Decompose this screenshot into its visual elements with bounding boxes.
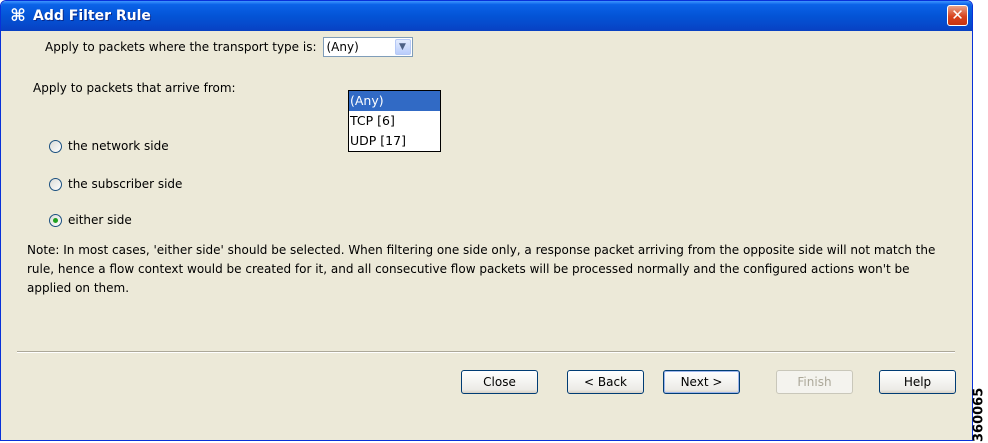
title-bar[interactable]: ⌘ Add Filter Rule ✕ <box>1 1 972 31</box>
radio-label: the network side <box>68 139 169 153</box>
transport-type-dropdown[interactable]: (Any) TCP [6] UDP [17] <box>348 90 441 152</box>
finish-button: Finish <box>776 370 853 394</box>
radio-icon[interactable] <box>49 177 62 191</box>
back-button[interactable]: < Back <box>567 370 644 394</box>
next-button[interactable]: Next > <box>663 370 740 394</box>
transport-type-value: (Any) <box>326 40 359 54</box>
separator <box>17 351 955 353</box>
dropdown-option-udp[interactable]: UDP [17] <box>349 131 440 151</box>
figure-id: 360065 <box>971 387 987 442</box>
radio-icon-checked[interactable] <box>49 213 62 227</box>
radio-dot-icon <box>53 217 58 223</box>
chevron-down-icon[interactable]: ▼ <box>394 39 411 55</box>
dialog-title: Add Filter Rule <box>33 8 151 24</box>
help-button[interactable]: Help <box>879 370 956 394</box>
close-button[interactable]: Close <box>461 370 538 394</box>
radio-either-side[interactable]: either side <box>49 213 132 227</box>
dialog-window: ⌘ Add Filter Rule ✕ Apply to packets whe… <box>0 0 973 441</box>
transport-row: Apply to packets where the transport typ… <box>45 37 413 57</box>
transport-type-label: Apply to packets where the transport typ… <box>45 40 317 54</box>
transport-type-select[interactable]: (Any) ▼ <box>322 37 413 57</box>
radio-label: the subscriber side <box>68 177 183 191</box>
note-text: Note: In most cases, 'either side' shoul… <box>27 243 936 295</box>
radio-label: either side <box>68 213 132 227</box>
radio-subscriber-side[interactable]: the subscriber side <box>49 177 182 191</box>
dialog-content: Apply to packets where the transport typ… <box>7 31 965 439</box>
close-icon[interactable]: ✕ <box>947 5 968 26</box>
radio-network-side[interactable]: the network side <box>49 139 169 153</box>
app-icon: ⌘ <box>10 6 26 26</box>
radio-icon[interactable] <box>49 139 62 153</box>
dropdown-option-any[interactable]: (Any) <box>349 91 440 111</box>
arrive-from-label: Apply to packets that arrive from: <box>33 81 236 95</box>
dropdown-option-tcp[interactable]: TCP [6] <box>349 111 440 131</box>
